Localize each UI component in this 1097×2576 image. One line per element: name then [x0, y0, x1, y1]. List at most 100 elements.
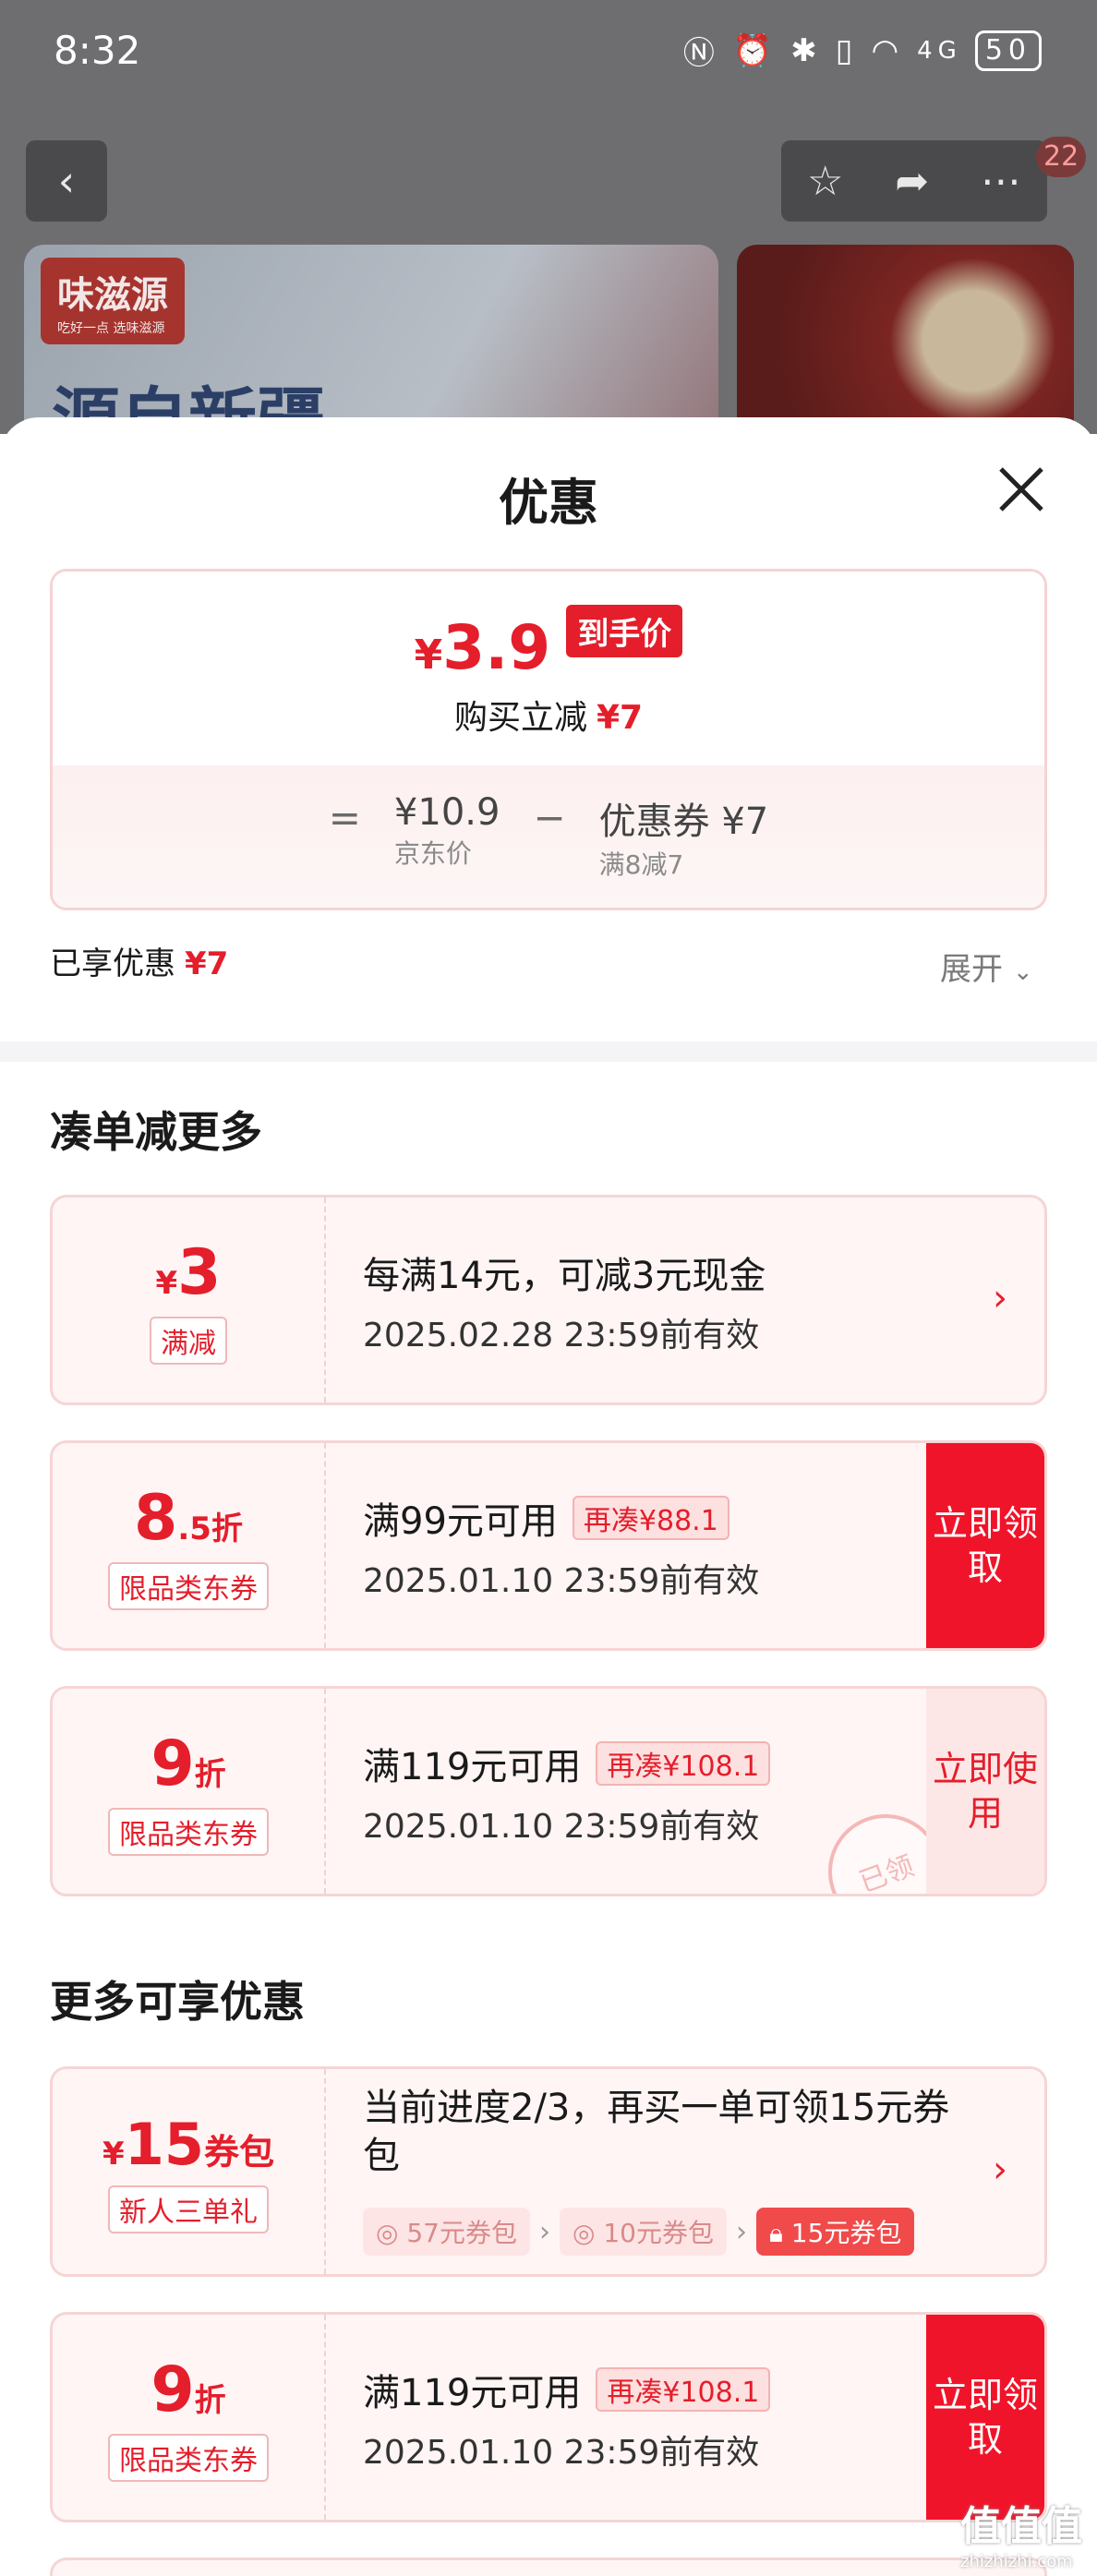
coupon-currency: ¥	[102, 2135, 125, 2173]
final-price-value: 3.9	[442, 612, 551, 683]
next-coupon-card-partial	[50, 2558, 1047, 2576]
expand-button[interactable]: 展开 ⌄	[940, 944, 1033, 989]
coupon-expiry: 2025.01.10 23:59前有效	[363, 2434, 760, 2472]
coupon-amount-suffix: 券包	[203, 2131, 274, 2173]
final-price-card: ¥ 3.9 到手价 购买立减 ¥7 = ¥10.9 京东价 − 优惠券 ¥7 满8…	[50, 569, 1047, 910]
chevron-right-icon[interactable]: ›	[993, 1277, 1007, 1319]
jd-price-value: ¥10.9	[393, 791, 500, 834]
final-price-summary: ¥ 3.9 到手价 购买立减 ¥7	[53, 572, 1044, 765]
coupon-value-area: 9 折 限品类东券	[53, 1689, 326, 1894]
brand-logo: 味滋源 吃好一点 选味滋源	[41, 258, 185, 344]
price-breakdown: = ¥10.9 京东价 − 优惠券 ¥7 满8减7	[53, 765, 1044, 908]
coupon-amount-suffix: .5折	[177, 1510, 243, 1547]
enjoyed-discount-value: ¥7	[185, 945, 229, 982]
coupon-expiry: 2025.02.28 23:59前有效	[363, 1317, 760, 1354]
coupon-value-area: ¥ 15 券包 新人三单礼	[53, 2069, 326, 2274]
coupon-value-area: 8 .5折 限品类东券	[53, 1443, 326, 1648]
pack-step-label: 15元券包	[790, 2218, 902, 2248]
coupon-type-tag: 限品类东券	[108, 2433, 269, 2482]
chevron-right-icon[interactable]: ›	[993, 2149, 1007, 2191]
expand-label: 展开	[940, 951, 1003, 988]
share-icon[interactable]: ➦	[895, 158, 929, 205]
pack-step-label: 10元券包	[603, 2218, 714, 2248]
vibrate-icon: ▯	[835, 31, 859, 69]
equals-sign: =	[328, 795, 361, 840]
coupon-rule: 每满14元，可减3元现金	[363, 1255, 766, 1297]
brand-slogan: 吃好一点 选味滋源	[57, 321, 165, 336]
coupon-type-tag: 限品类东券	[108, 1807, 269, 1856]
pack-step-3: 🔒︎ 15元券包	[755, 2208, 915, 2256]
coupon-amount-value: 3	[177, 1235, 222, 1309]
coupon-type-tag: 新人三单礼	[108, 2185, 269, 2233]
coupon-info: 满119元可用 再凑¥108.1 2025.01.10 23:59前有效	[363, 2363, 771, 2474]
status-time: 8:32	[54, 28, 141, 73]
coupon-amount: 9 折	[151, 2353, 225, 2426]
use-coupon-button[interactable]: 立即使用	[926, 1689, 1044, 1894]
coupon-amount-value: 8	[134, 1481, 178, 1555]
watermark-site: zhizhizhi.com	[960, 2552, 1073, 2571]
coupon-amount: 9 折	[151, 1727, 225, 1800]
coupon-type-tag: 限品类东券	[108, 1561, 269, 1610]
coupon-deduction-item: 优惠券 ¥7 满8减7	[599, 791, 769, 882]
bluetooth-icon: ✱	[790, 31, 823, 69]
coupon-card-full-reduction[interactable]: ¥ 3 满减 每满14元，可减3元现金 2025.02.28 23:59前有效 …	[50, 1195, 1047, 1405]
discount-sheet: 优惠 ¥ 3.9 到手价 购买立减 ¥7 = ¥10.9 京东价 − 优惠券 ¥…	[0, 417, 1097, 2576]
coupon-expiry: 2025.01.10 23:59前有效	[363, 1562, 760, 1600]
coupon-card-90-off: 9 折 限品类东券 满119元可用 再凑¥108.1 2025.01.10 23…	[50, 1686, 1047, 1896]
back-button[interactable]: ‹	[26, 140, 107, 222]
product-thumbnail-image[interactable]	[737, 245, 1074, 434]
coupon-amount-value: 9	[151, 2353, 195, 2426]
pack-step-label: 57元券包	[406, 2218, 517, 2248]
status-icons: Ⓝ ⏰ ✱ ▯ ◠ 4G 50	[683, 28, 1042, 73]
coupon-amount: 8 .5折	[134, 1482, 243, 1555]
new-user-coupon-pack-card[interactable]: ¥ 15 券包 新人三单礼 当前进度2/3，再买一单可领15元券包 ◎ 57元券…	[50, 2066, 1047, 2277]
enjoyed-discount-label: 已享优惠	[50, 945, 175, 982]
message-count-badge: 22	[1036, 137, 1087, 177]
alarm-icon: ⏰	[732, 31, 778, 69]
battery-icon: 50	[974, 30, 1042, 71]
pack-progress-steps: ◎ 57元券包 › ◎ 10元券包 › 🔒︎ 15元券包	[363, 2208, 915, 2256]
instant-discount-label: 购买立减	[453, 699, 587, 737]
jd-price-item: ¥10.9 京东价	[394, 791, 500, 871]
coupon-type-tag: 满减	[150, 1316, 227, 1365]
product-banner-image[interactable]: 味滋源 吃好一点 选味滋源 源自新疆	[24, 245, 718, 434]
chevron-down-icon: ⌄	[1012, 958, 1033, 986]
status-bar: 8:32 Ⓝ ⏰ ✱ ▯ ◠ 4G 50	[0, 0, 1097, 111]
section-title-more-offers: 更多可享优惠	[50, 1977, 305, 2027]
coupon-card-85-off: 8 .5折 限品类东券 满99元可用 再凑¥88.1 2025.01.10 23…	[50, 1440, 1047, 1651]
coupon-amount: ¥ 3	[156, 1236, 222, 1309]
signal-icon: 4G	[917, 36, 962, 65]
coupon-info: 满119元可用 再凑¥108.1 2025.01.10 23:59前有效	[363, 1737, 771, 1848]
coupon-currency: ¥	[155, 1264, 178, 1302]
wifi-icon: ◠	[871, 31, 905, 69]
coupon-card-90-off-2: 9 折 限品类东券 满119元可用 再凑¥108.1 2025.01.10 23…	[50, 2312, 1047, 2522]
section-divider	[0, 1041, 1097, 1062]
coupon-amount: ¥ 15 券包	[102, 2111, 274, 2178]
site-watermark: 值值值 zhizhizhi.com	[960, 2493, 1082, 2571]
more-icon[interactable]: ⋯	[981, 158, 1021, 205]
final-price: ¥ 3.9	[415, 612, 551, 683]
check-circle-icon: ◎	[376, 2218, 407, 2248]
coupon-threshold: 满99元可用	[363, 1500, 558, 1543]
coupon-rule: 满119元可用 再凑¥108.1	[363, 1737, 771, 1790]
product-page-background: 8:32 Ⓝ ⏰ ✱ ▯ ◠ 4G 50 ‹ ☆ ➦ ⋯ 22 味滋源 吃好一点…	[0, 0, 1097, 434]
instant-discount-line: 购买立减 ¥7	[53, 691, 1044, 739]
chevron-left-icon: ‹	[57, 156, 76, 206]
coupon-rule: 满99元可用 再凑¥88.1	[363, 1491, 759, 1545]
claim-coupon-button[interactable]: 立即领取	[926, 2315, 1044, 2520]
final-price-currency: ¥	[414, 632, 443, 679]
close-icon[interactable]	[994, 462, 1049, 517]
coupon-value-area: ¥ 3 满减	[53, 1198, 326, 1402]
coupon-amount-value: 9	[151, 1727, 195, 1800]
claim-coupon-button[interactable]: 立即领取	[926, 1443, 1044, 1648]
coupon-amount-suffix: 折	[194, 1755, 226, 1793]
pack-step-2: ◎ 10元券包	[559, 2208, 727, 2256]
pack-progress-text: 当前进度2/3，再买一单可领15元券包	[363, 2087, 950, 2177]
final-price-tag: 到手价	[566, 605, 683, 657]
minus-sign: −	[533, 795, 566, 840]
favorite-star-icon[interactable]: ☆	[807, 158, 843, 205]
nfc-icon: Ⓝ	[682, 35, 720, 72]
check-circle-icon: ◎	[572, 2218, 604, 2248]
enjoyed-discount: 已享优惠 ¥7	[50, 938, 228, 983]
coupon-threshold: 满119元可用	[363, 1746, 582, 1788]
